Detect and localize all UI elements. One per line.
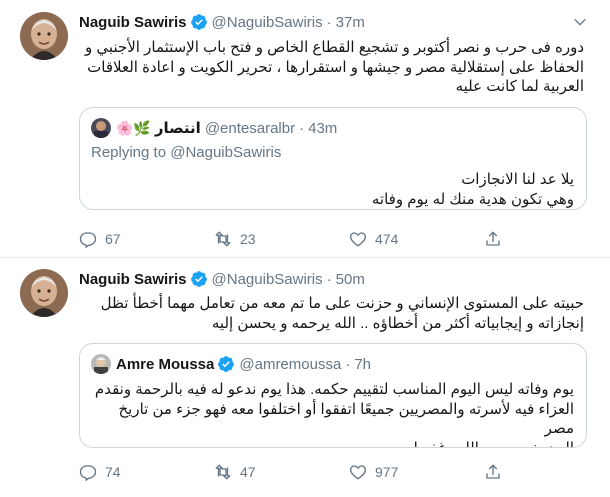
verified-badge-icon — [217, 355, 235, 373]
quoted-tweet[interactable]: Amre Moussa @amremoussa · 7h يوم وفاته ل… — [79, 343, 587, 448]
avatar[interactable] — [20, 12, 68, 60]
tweet-actions: 74 47 977 — [79, 462, 519, 482]
separator-dot: · — [326, 270, 332, 288]
text-line: حبيته على المستوى الإنساني و حزنت على ما… — [100, 295, 584, 312]
verified-badge-icon — [190, 270, 208, 288]
quoted-header: Amre Moussa @amremoussa · 7h — [91, 354, 371, 374]
separator-dot: · — [326, 13, 332, 31]
tweet-text: حبيته على المستوى الإنساني و حزنت على ما… — [79, 294, 584, 333]
reply-count: 67 — [105, 231, 121, 247]
avatar — [91, 118, 111, 138]
tweet-header: Naguib Sawiris @NaguibSawiris · 50m — [79, 269, 580, 289]
replying-to: Replying to @NaguibSawiris — [91, 144, 282, 161]
quoted-author-handle: @entesaralbr — [204, 119, 296, 137]
reply-button[interactable]: 67 — [79, 230, 214, 248]
share-button[interactable] — [484, 230, 510, 248]
author-name[interactable]: Naguib Sawiris — [79, 271, 187, 288]
quoted-timestamp: 43m — [308, 119, 338, 137]
timestamp[interactable]: 50m — [336, 271, 365, 288]
like-button[interactable]: 977 — [349, 463, 484, 481]
reply-button[interactable]: 74 — [79, 463, 214, 481]
text-line: إنجازاته و إيجابياته أكثر من أخطاؤه .. ا… — [211, 314, 584, 332]
retweet-count: 47 — [240, 464, 256, 480]
quoted-header: 🌸🌿 انتصار @entesaralbr · 43m — [91, 118, 337, 138]
retweet-count: 23 — [240, 231, 256, 247]
text-line: دوره فى حرب و نصر أكتوبر و تشجيع القطاع … — [85, 39, 584, 56]
tweet[interactable]: Naguib Sawiris @NaguibSawiris · 37m دوره… — [0, 0, 610, 258]
reply-icon — [79, 465, 97, 481]
reply-icon — [79, 232, 97, 248]
reply-count: 74 — [105, 464, 121, 480]
chevron-down-icon[interactable] — [572, 14, 588, 30]
text-line: العربية لما كانت عليه — [455, 78, 584, 95]
avatar[interactable] — [20, 269, 68, 317]
retweet-icon — [215, 464, 231, 480]
quoted-author-name: انتصار — [154, 120, 201, 137]
quoted-text: يلا عد لنا الانجازات وهي تكون هدية منك ل… — [91, 170, 574, 209]
like-icon — [350, 232, 366, 247]
like-button[interactable]: 474 — [349, 230, 484, 248]
timestamp[interactable]: 37m — [336, 14, 365, 31]
share-button[interactable] — [484, 463, 510, 481]
tweet-header: Naguib Sawiris @NaguibSawiris · 37m — [79, 12, 580, 32]
text-line: يوم وفاته ليس اليوم المناسب لتقييم حكمه.… — [94, 381, 574, 398]
text-line: وهي تكون هدية منك له يوم وفاته — [371, 190, 574, 208]
author-handle[interactable]: @NaguibSawiris — [212, 271, 323, 288]
text-line: الحديث . رحمه الله وغفر له . — [396, 439, 574, 448]
author-handle[interactable]: @NaguibSawiris — [212, 14, 323, 31]
retweet-button[interactable]: 23 — [214, 230, 349, 248]
text-line: يلا عد لنا الانجازات — [461, 171, 574, 188]
like-count: 474 — [375, 231, 399, 247]
name-emojis: 🌸🌿 — [116, 119, 151, 136]
quoted-author-name: Amre Moussa — [116, 355, 215, 373]
share-icon — [486, 231, 500, 246]
text-line: الحفاظ على إستقلالية مصر و جيشها و استقر… — [87, 58, 584, 76]
tweet-actions: 67 23 474 — [79, 229, 519, 249]
separator-dot: · — [345, 355, 351, 373]
like-icon — [350, 465, 366, 480]
tweet-text: دوره فى حرب و نصر أكتوبر و تشجيع القطاع … — [79, 38, 584, 97]
share-icon — [486, 464, 500, 479]
retweet-icon — [215, 231, 231, 247]
like-count: 977 — [375, 464, 399, 480]
author-name[interactable]: Naguib Sawiris — [79, 14, 187, 31]
avatar — [91, 354, 111, 374]
tweet[interactable]: Naguib Sawiris @NaguibSawiris · 50m حبيت… — [0, 259, 610, 497]
verified-badge-icon — [190, 13, 208, 31]
retweet-button[interactable]: 47 — [214, 463, 349, 481]
quoted-text: يوم وفاته ليس اليوم المناسب لتقييم حكمه.… — [91, 380, 574, 448]
separator-dot: · — [299, 119, 305, 137]
quoted-timestamp: 7h — [354, 355, 371, 373]
text-line: العزاء فيه لأسرته والمصريين جميعًا اتفقو… — [118, 400, 574, 438]
quoted-author-handle: @amremoussa — [239, 355, 342, 373]
quoted-tweet[interactable]: 🌸🌿 انتصار @entesaralbr · 43m Replying to… — [79, 107, 587, 210]
